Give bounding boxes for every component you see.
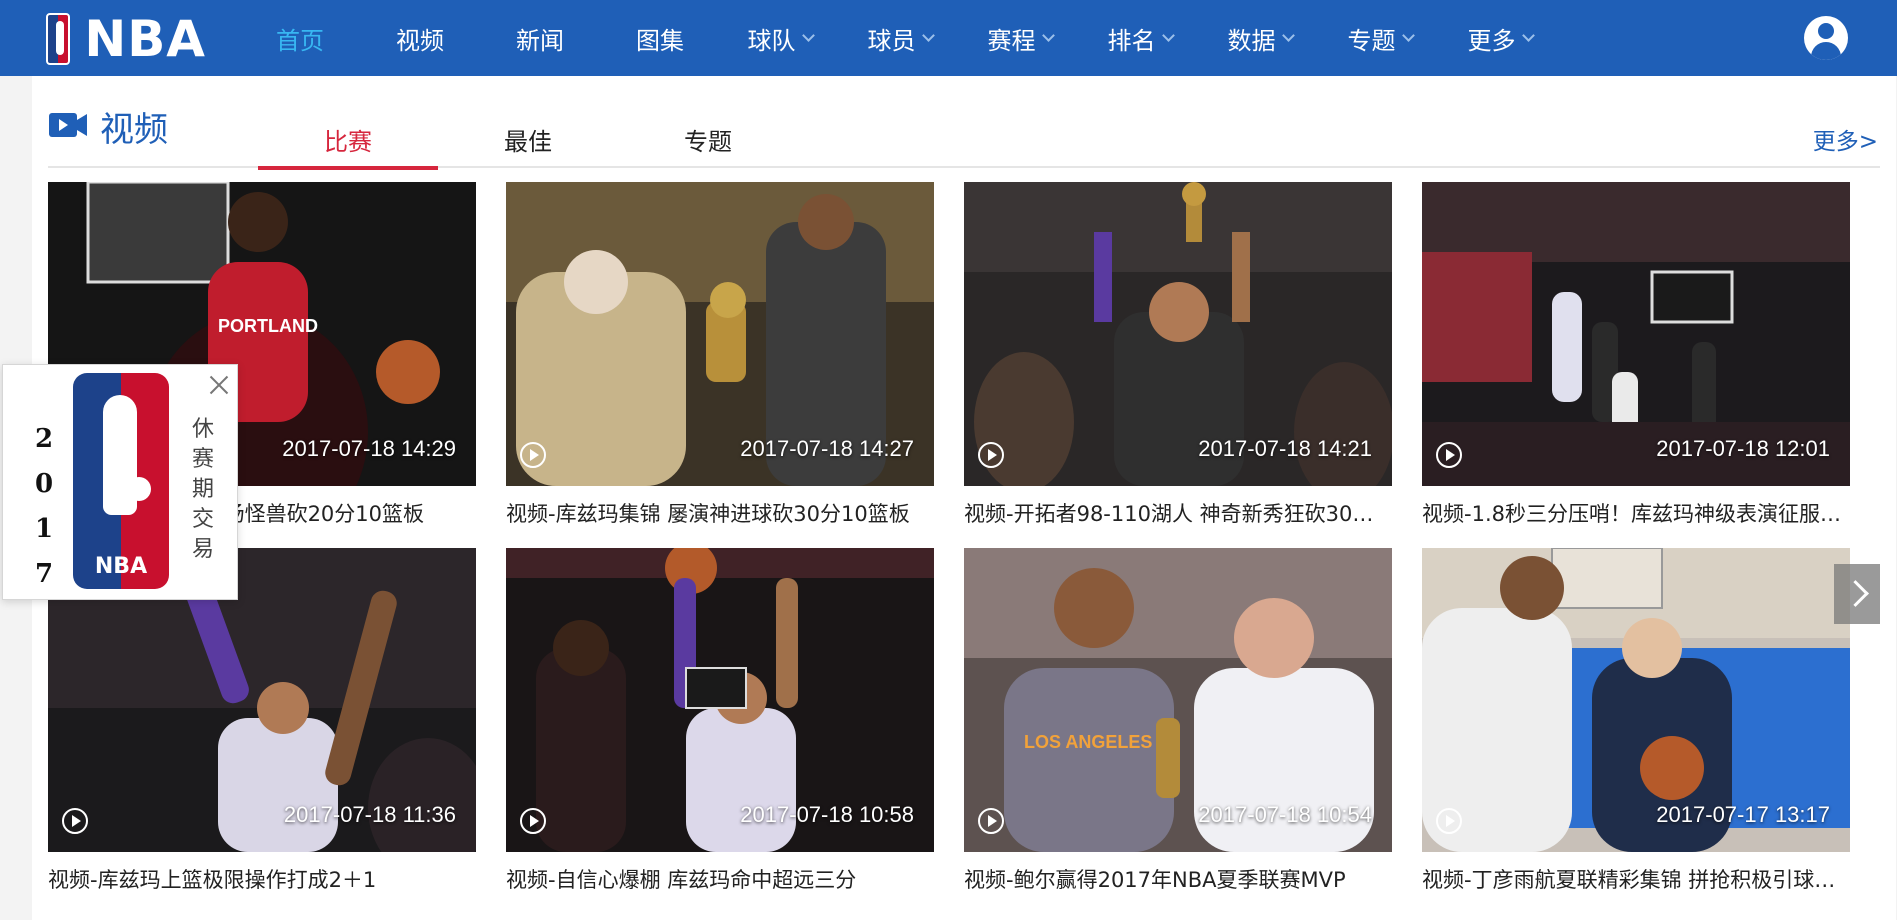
nba-logo-icon: NBA [73,373,169,589]
nav-item-teams[interactable]: 球队 [720,0,840,76]
video-card[interactable]: 2017-07-18 10:58 视频-自信心爆棚 库兹玛命中超远三分 [506,548,934,894]
promo-year-digit: 7 [34,559,54,589]
play-icon [978,808,1004,834]
promo-char: 交 [191,507,214,532]
chevron-down-icon [1521,28,1535,42]
promo-logo-text: NBA [94,554,148,579]
video-thumbnail: 2017-07-18 14:27 [506,182,934,486]
promo-char: 休 [191,417,214,442]
chevron-down-icon [801,28,815,42]
nav-item-standings[interactable]: 排名 [1080,0,1200,76]
logo-text: NBA [84,10,206,68]
promo-year-digit: 0 [34,469,54,499]
user-avatar-icon[interactable] [1804,16,1848,60]
chevron-down-icon [921,28,935,42]
nav-item-more[interactable]: 更多 [1440,0,1560,76]
chevron-down-icon [1041,28,1055,42]
nav-label: 数据 [1227,26,1276,55]
nav-label: 排名 [1107,26,1156,55]
chevron-down-icon [1401,28,1415,42]
chevron-right-icon[interactable] [1834,564,1880,624]
video-thumbnail: 2017-07-18 10:58 [506,548,934,852]
video-timestamp: 2017-07-18 10:58 [740,802,914,827]
nav-label: 更多 [1467,26,1516,55]
tab-best[interactable]: 最佳 [438,108,618,158]
play-icon [1436,808,1462,834]
play-icon [520,442,546,468]
main-nav: 首页 视频 新闻 图集 球队 球员 赛程 排名 数据 专题 更多 [240,0,1560,76]
video-thumbnail: 2017-07-18 12:01 [1422,182,1850,486]
avatar-head [1818,23,1834,39]
video-timestamp: 2017-07-18 14:21 [1198,436,1372,461]
video-card[interactable]: 2017-07-18 14:21 视频-开拓者98-110湖人 神奇新秀狂砍30… [964,182,1392,528]
video-card[interactable]: 2017-07-18 12:01 视频-1.8秒三分压哨！库兹玛神级表演征服… [1422,182,1850,528]
promo-year: 2 0 1 7 [29,417,59,597]
logo-ball [127,477,151,501]
nav-item-players[interactable]: 球员 [840,0,960,76]
promo-side-text: 休 赛 期 交 易 [191,415,215,565]
nav-item-gallery[interactable]: 图集 [600,0,720,76]
video-title[interactable]: 视频-库兹玛集锦 屡演神进球砍30分10篮板 [506,498,926,528]
promo-char: 期 [191,477,214,502]
video-timestamp: 2017-07-18 14:29 [282,436,456,461]
promo-year-digit: 1 [34,514,54,544]
avatar-body [1811,42,1841,60]
nav-item-stats[interactable]: 数据 [1200,0,1320,76]
video-camera-icon [49,113,87,137]
chevron-down-icon [1161,28,1175,42]
video-section-card: 视频 比赛 最佳 专题 更多> PORTLAND 2017-07-18 14:2… [32,76,1896,920]
section-title: 视频 [100,110,168,150]
nav-label: 视频 [396,26,444,55]
nav-item-news[interactable]: 新闻 [480,0,600,76]
video-title[interactable]: 视频-库兹玛上篮极限操作打成2＋1 [48,864,468,894]
video-timestamp: 2017-07-18 12:01 [1656,436,1830,461]
promo-char: 赛 [191,447,214,472]
promo-char: 易 [191,537,214,562]
top-navigation-bar: NBA 首页 视频 新闻 图集 球队 球员 赛程 排名 数据 专题 更多 [0,0,1897,76]
svg-text:PORTLAND: PORTLAND [218,316,318,336]
chevron-down-icon [1281,28,1295,42]
close-icon[interactable] [207,373,231,397]
nav-item-video[interactable]: 视频 [360,0,480,76]
play-icon [62,808,88,834]
video-card[interactable]: 2017-07-17 13:17 视频-丁彦雨航夏联精彩集锦 拼抢积极引球… [1422,548,1850,894]
nav-label: 首页 [276,26,324,55]
play-icon [1436,442,1462,468]
nav-item-home[interactable]: 首页 [240,0,360,76]
video-title[interactable]: 视频-开拓者98-110湖人 神奇新秀狂砍30+… [964,498,1384,528]
nba-logo-icon [46,13,71,65]
nav-label: 专题 [1347,26,1396,55]
offseason-trade-promo[interactable]: 2 0 1 7 NBA 休 赛 期 交 易 [2,364,238,600]
tab-topics[interactable]: 专题 [618,108,798,158]
video-timestamp: 2017-07-18 11:36 [283,802,456,827]
promo-year-digit: 2 [34,424,54,454]
video-card[interactable]: LOS ANGELES 2017-07-18 10:54 视频-鲍尔赢得2017… [964,548,1392,894]
video-timestamp: 2017-07-17 13:17 [1656,802,1830,827]
video-thumbnail: 2017-07-18 14:21 [964,182,1392,486]
section-tabs: 比赛 最佳 专题 [258,108,798,170]
video-card[interactable]: 2017-07-18 14:27 视频-库兹玛集锦 屡演神进球砍30分10篮板 [506,182,934,528]
video-title[interactable]: 视频-鲍尔赢得2017年NBA夏季联赛MVP [964,864,1384,894]
nba-logo[interactable]: NBA [46,10,206,68]
section-header: 视频 比赛 最佳 专题 更多> [48,96,1880,170]
nav-label: 新闻 [516,26,564,55]
tab-games[interactable]: 比赛 [258,108,438,170]
video-title[interactable]: 视频-1.8秒三分压哨！库兹玛神级表演征服… [1422,498,1842,528]
more-link[interactable]: 更多> [1813,122,1878,156]
play-icon [520,808,546,834]
nav-label: 球员 [867,26,916,55]
video-title[interactable]: 视频-自信心爆棚 库兹玛命中超远三分 [506,864,926,894]
video-title[interactable]: 视频-丁彦雨航夏联精彩集锦 拼抢积极引球… [1422,864,1842,894]
nav-label: 赛程 [987,26,1036,55]
video-thumbnail: 2017-07-17 13:17 [1422,548,1850,852]
nav-label: 图集 [636,26,684,55]
video-timestamp: 2017-07-18 10:54 [1198,802,1372,827]
svg-text:LOS ANGELES: LOS ANGELES [1024,732,1152,752]
video-timestamp: 2017-07-18 14:27 [740,436,914,461]
nav-item-schedule[interactable]: 赛程 [960,0,1080,76]
nav-item-topics[interactable]: 专题 [1320,0,1440,76]
video-thumbnail: LOS ANGELES 2017-07-18 10:54 [964,548,1392,852]
play-icon [978,442,1004,468]
nav-label: 球队 [747,26,796,55]
